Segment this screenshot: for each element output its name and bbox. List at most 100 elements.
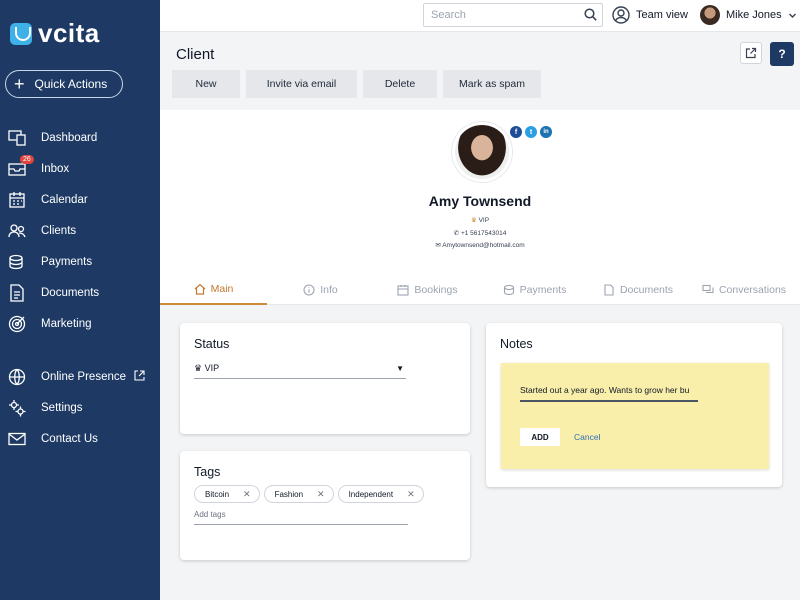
- conversations-icon: [702, 284, 714, 294]
- payments-icon: [8, 253, 26, 271]
- add-tags-input[interactable]: Add tags: [194, 507, 408, 525]
- caret-down-icon: ▼: [396, 364, 404, 373]
- quick-actions-label: Quick Actions: [34, 77, 108, 91]
- home-icon: [194, 283, 206, 295]
- linkedin-icon[interactable]: in: [540, 126, 552, 138]
- sidebar-item-label: Payments: [41, 255, 93, 268]
- sidebar-item-label: Clients: [41, 224, 77, 237]
- dashboard-icon: [8, 129, 26, 147]
- tag-label: Fashion: [274, 489, 304, 499]
- sidebar-item-dashboard[interactable]: Dashboard: [0, 122, 160, 153]
- status-value: VIP: [204, 363, 220, 373]
- new-button[interactable]: New: [172, 70, 240, 98]
- notes-card-title: Notes: [500, 337, 533, 351]
- sidebar-item-contact-us[interactable]: Contact Us: [0, 423, 160, 454]
- sidebar-item-documents[interactable]: Documents: [0, 277, 160, 308]
- sidebar-item-label: Online Presence: [41, 370, 127, 383]
- tab-conversations[interactable]: Conversations: [688, 275, 800, 305]
- sidebar-item-label: Dashboard: [41, 131, 98, 144]
- user-menu[interactable]: Mike Jones: [700, 5, 797, 25]
- client-email-value: Amytownsend@hotmail.com: [442, 242, 525, 249]
- sidebar-item-marketing[interactable]: Marketing: [0, 308, 160, 339]
- notes-card: Notes Started out a year ago. Wants to g…: [486, 323, 782, 487]
- sidebar-item-settings[interactable]: Settings: [0, 392, 160, 423]
- logo-text: vcita: [38, 18, 100, 48]
- inbox-badge: 26: [20, 155, 34, 164]
- vcita-logo[interactable]: vcita: [10, 18, 100, 49]
- share-button[interactable]: [740, 42, 762, 64]
- search-input[interactable]: Search: [423, 3, 603, 27]
- clients-icon: [8, 222, 26, 240]
- help-button[interactable]: ?: [770, 42, 794, 66]
- tab-label: Conversations: [718, 284, 787, 296]
- user-name: Mike Jones: [726, 9, 782, 21]
- globe-icon: [8, 368, 26, 386]
- question-icon: ?: [778, 47, 786, 61]
- remove-tag-icon[interactable]: ✕: [243, 489, 251, 500]
- team-view-label: Team view: [636, 9, 688, 21]
- client-name: Amy Townsend: [428, 193, 532, 209]
- client-email: ✉ Amytownsend@hotmail.com: [160, 241, 800, 249]
- sidebar-item-calendar[interactable]: Calendar: [0, 184, 160, 215]
- tab-info[interactable]: Info: [267, 275, 374, 305]
- tab-documents[interactable]: Documents: [588, 275, 688, 305]
- documents-icon: [8, 283, 26, 302]
- plus-icon: +: [14, 74, 25, 94]
- tab-label: Bookings: [414, 284, 458, 296]
- cancel-note-button[interactable]: Cancel: [574, 432, 600, 442]
- status-select[interactable]: ♛ VIP ▼: [194, 359, 406, 379]
- sidebar-item-label: Documents: [41, 286, 100, 299]
- user-circle-icon: [612, 6, 630, 24]
- payments-icon: [503, 284, 514, 296]
- avatar: [700, 5, 720, 25]
- note-editor: Started out a year ago. Wants to grow he…: [501, 363, 769, 469]
- remove-tag-icon[interactable]: ✕: [407, 489, 415, 500]
- client-phone: ✆ +1 5617543014: [160, 229, 800, 237]
- sidebar: vcita + Quick Actions Dashboard 26 Inbox…: [0, 0, 160, 600]
- remove-tag-icon[interactable]: ✕: [317, 489, 325, 500]
- tag-label: Independent: [348, 489, 394, 499]
- mark-as-spam-button[interactable]: Mark as spam: [443, 70, 541, 98]
- sidebar-item-label: Contact Us: [41, 432, 98, 445]
- tab-payments[interactable]: Payments: [481, 275, 588, 305]
- sidebar-item-payments[interactable]: Payments: [0, 246, 160, 277]
- top-bar: Search Team view Mike Jones: [160, 0, 800, 32]
- phone-icon: ✆: [453, 230, 460, 237]
- tab-main[interactable]: Main: [160, 275, 267, 305]
- external-link-icon: [134, 369, 145, 384]
- tags-card-title: Tags: [194, 465, 221, 479]
- client-tabs: Main Info Bookings Payments Documents Co…: [160, 275, 800, 305]
- marketing-icon: [8, 315, 26, 333]
- client-header: Client New Invite via email Delete Mark …: [160, 32, 800, 110]
- twitter-icon[interactable]: t: [525, 126, 537, 138]
- note-textarea[interactable]: Started out a year ago. Wants to grow he…: [520, 383, 698, 402]
- sidebar-item-inbox[interactable]: 26 Inbox: [0, 153, 160, 184]
- sidebar-item-online-presence[interactable]: Online Presence: [0, 361, 160, 392]
- tag-chip: Bitcoin ✕: [194, 485, 260, 503]
- search-icon[interactable]: [584, 8, 597, 24]
- quick-actions-button[interactable]: + Quick Actions: [5, 70, 123, 98]
- tab-bookings[interactable]: Bookings: [374, 275, 481, 305]
- sidebar-item-label: Settings: [41, 401, 83, 414]
- add-note-button[interactable]: ADD: [520, 428, 560, 446]
- tag-list: Bitcoin ✕ Fashion ✕ Independent ✕: [194, 485, 424, 503]
- crown-icon: ♛: [470, 217, 477, 224]
- sidebar-item-clients[interactable]: Clients: [0, 215, 160, 246]
- settings-icon: [8, 399, 26, 417]
- client-tier-label: VIP: [478, 217, 490, 224]
- invite-via-email-button[interactable]: Invite via email: [246, 70, 357, 98]
- tag-chip: Independent ✕: [337, 485, 424, 503]
- tag-label: Bitcoin: [205, 489, 230, 499]
- calendar-icon: [397, 285, 409, 296]
- tab-label: Main: [210, 283, 234, 295]
- info-icon: [303, 284, 315, 296]
- sidebar-item-label: Marketing: [41, 317, 92, 330]
- facebook-icon[interactable]: f: [510, 126, 522, 138]
- client-photo: [452, 122, 512, 182]
- client-tier: ♛ VIP: [160, 216, 800, 224]
- client-actions: New Invite via email Delete Mark as spam: [172, 70, 541, 98]
- email-icon: ✉: [435, 242, 441, 249]
- delete-button[interactable]: Delete: [363, 70, 437, 98]
- team-view-button[interactable]: Team view: [612, 6, 688, 24]
